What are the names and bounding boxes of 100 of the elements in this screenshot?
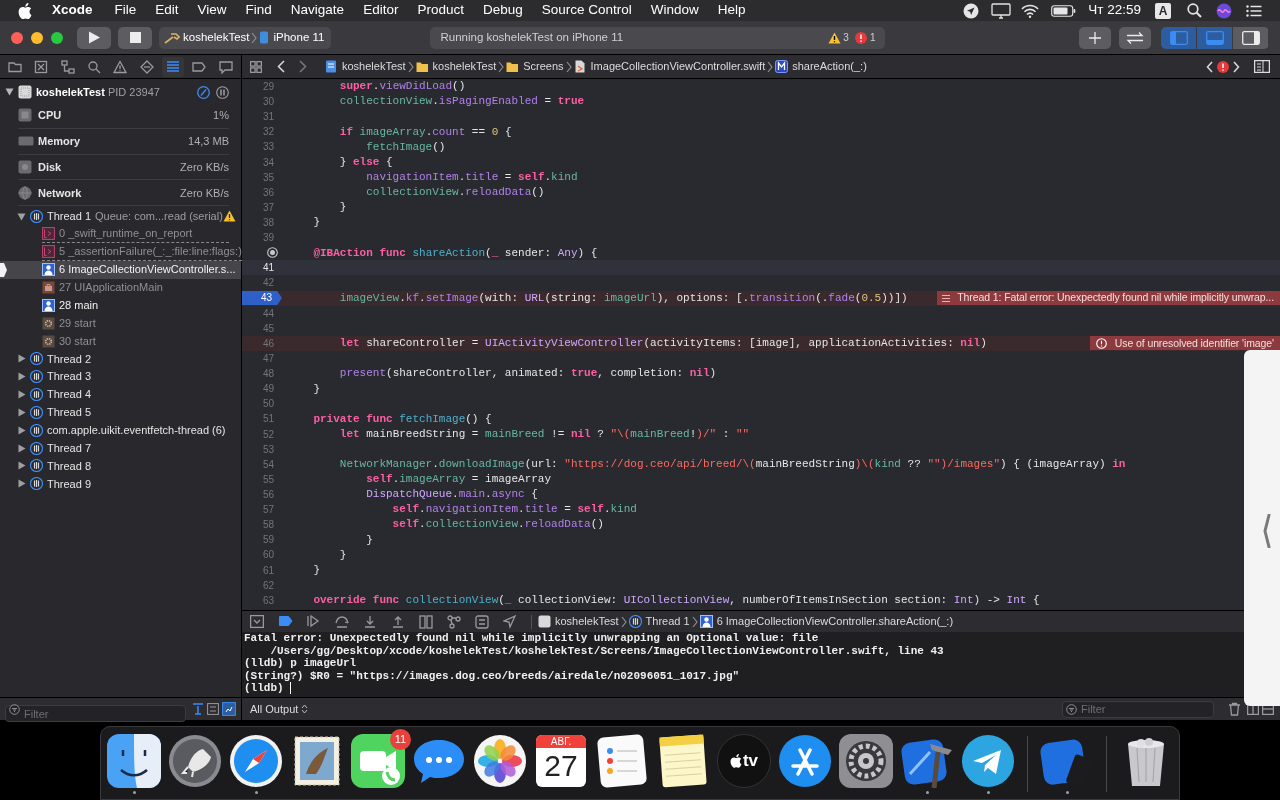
minimize-window-icon[interactable] [31,31,43,44]
run-button[interactable] [77,26,111,49]
stack-frame[interactable]: 28 main [0,296,241,315]
disclosure-collapsed-icon[interactable] [17,354,26,364]
disclosure-collapsed-icon[interactable] [17,461,26,471]
menu-item[interactable]: Find [245,0,272,21]
menu-item[interactable]: Help [717,0,746,21]
path-item[interactable]: Thread 1 [645,613,690,630]
gauge-row[interactable]: CPU 1% [18,103,229,129]
menu-item[interactable]: Navigate [290,0,345,21]
search-icon[interactable] [1187,3,1202,18]
warning-icon[interactable] [828,31,842,44]
menu-item[interactable]: Window [650,0,699,21]
compass-icon[interactable] [229,734,283,788]
console-view-icon[interactable] [1262,703,1274,715]
path-item[interactable]: ImageCollectionViewController.swift [590,58,766,75]
processes-filter-icon[interactable] [207,703,219,715]
process-name[interactable]: koshelekTest [36,83,105,101]
filter-field[interactable]: Filter [5,705,186,722]
stack-frame[interactable]: 30 start [0,332,241,350]
calendar-app-icon[interactable]: АВГ. 27 [536,735,586,787]
error-annotation[interactable]: Use of unresolved identifier 'image' [1089,336,1280,351]
navigator-tab[interactable] [162,56,185,77]
location-icon[interactable] [503,614,517,629]
location-icon[interactable] [963,2,980,19]
disclosure-collapsed-icon[interactable] [17,372,26,382]
thread-name[interactable]: Thread 4 [47,386,92,403]
menu-item[interactable]: Debug [482,0,523,21]
siri-icon[interactable] [1216,2,1232,19]
path-item[interactable]: koshelekTest [342,58,406,75]
wifi-icon[interactable] [1021,3,1040,18]
tv-app-icon[interactable]: tv [717,734,771,788]
scheme-name[interactable]: koshelekTest [183,28,250,47]
hide-debug-area-icon[interactable] [250,614,264,629]
input-source-indicator[interactable]: A [1155,2,1171,19]
disclosure-collapsed-icon[interactable] [17,443,26,453]
path-item[interactable]: koshelekTest [432,58,497,75]
breakpoint-toggle-icon[interactable] [279,614,293,629]
filter-field[interactable]: Filter [1062,700,1214,718]
stack-frame[interactable]: 5 _assertionFailure(_:_:file:line:flags:) [0,242,241,261]
stack-frame[interactable]: 0 _swift_runtime_on_report [0,225,241,243]
disclosure-collapsed-icon[interactable] [17,407,26,417]
thread-name[interactable]: Thread 3 [47,368,92,385]
error-count[interactable]: 1 [869,30,876,45]
trash-icon[interactable] [1228,702,1241,716]
gauge-icon[interactable] [197,85,210,99]
close-window-icon[interactable] [11,31,23,44]
output-filter-menu[interactable]: All Output [250,700,309,718]
menu-item[interactable]: File [114,0,137,21]
thread-name[interactable]: com.apple.uikit.eventfetch-thread (6) [47,422,226,439]
disclosure-expanded-icon[interactable] [5,88,14,96]
error-icon[interactable] [854,31,867,44]
connected-outlet-icon[interactable] [267,247,278,259]
menu-item[interactable]: Editor [363,0,399,21]
gear-icon[interactable] [839,734,893,788]
menu-item[interactable]: Edit [155,0,179,21]
disclosure-collapsed-icon[interactable] [17,479,26,489]
stack-frame[interactable]: 27 UIApplicationMain [0,278,241,297]
video-phone-icon[interactable] [351,734,405,788]
thread-name[interactable]: Thread 2 [47,350,92,368]
environment-overrides-icon[interactable] [475,614,489,629]
menu-item[interactable]: Xcode [52,0,93,21]
step-out-icon[interactable] [391,614,405,629]
scheme-selector[interactable]: koshelekTest iPhone 11 [159,26,332,49]
pause-icon[interactable] [216,85,229,99]
fatal-error-annotation[interactable]: Thread 1: Fatal error: Unexpectedly found nil while implicitly unwrap... [937,291,1280,306]
layout-toggle[interactable] [1197,26,1233,49]
gauge-row[interactable]: Disk Zero KB/s [18,154,229,181]
disclosure-collapsed-icon[interactable] [17,390,26,400]
back-icon[interactable] [277,60,285,73]
stop-button[interactable] [118,26,152,49]
side-handle-icon[interactable] [1263,514,1271,548]
gauge-row[interactable]: Network Zero KB/s [18,180,229,207]
add-button[interactable] [1079,26,1111,49]
menu-item[interactable]: Source Control [541,0,632,21]
menu-icon[interactable] [1246,4,1262,17]
instruction-pointer[interactable]: 43 [242,291,282,306]
menu-item[interactable]: Product [417,0,464,21]
step-over-icon[interactable] [335,614,349,629]
view-hierarchy-icon[interactable] [419,614,433,629]
warning-count[interactable]: 3 [843,30,849,45]
paper-plane-icon[interactable] [961,734,1015,788]
error-icon[interactable] [1217,60,1229,73]
path-item[interactable]: shareAction(_:) [792,58,867,75]
path-item[interactable]: 6 ImageCollectionViewController.shareAction(_:) [716,613,954,630]
thread-name[interactable]: Thread 8 [47,457,92,475]
gauge-row[interactable]: Memory 14,3 MB [18,128,229,155]
stack-frame[interactable]: 29 start [0,314,241,333]
step-into-icon[interactable] [363,614,377,629]
flower-icon[interactable] [473,734,527,788]
thread-name[interactable]: Thread 1 [47,207,92,225]
disclosure-collapsed-icon[interactable] [17,425,26,435]
grid-icon[interactable] [250,60,262,73]
thread-name[interactable]: Thread 9 [47,475,92,492]
crashed-threads-filter-icon[interactable] [222,702,236,716]
thread-name[interactable]: Thread 7 [47,439,92,457]
code-review-button[interactable] [1119,26,1151,49]
path-item[interactable]: koshelekTest [555,613,619,630]
layout-toggle[interactable] [1161,26,1197,49]
layout-toggle[interactable] [1233,26,1269,49]
